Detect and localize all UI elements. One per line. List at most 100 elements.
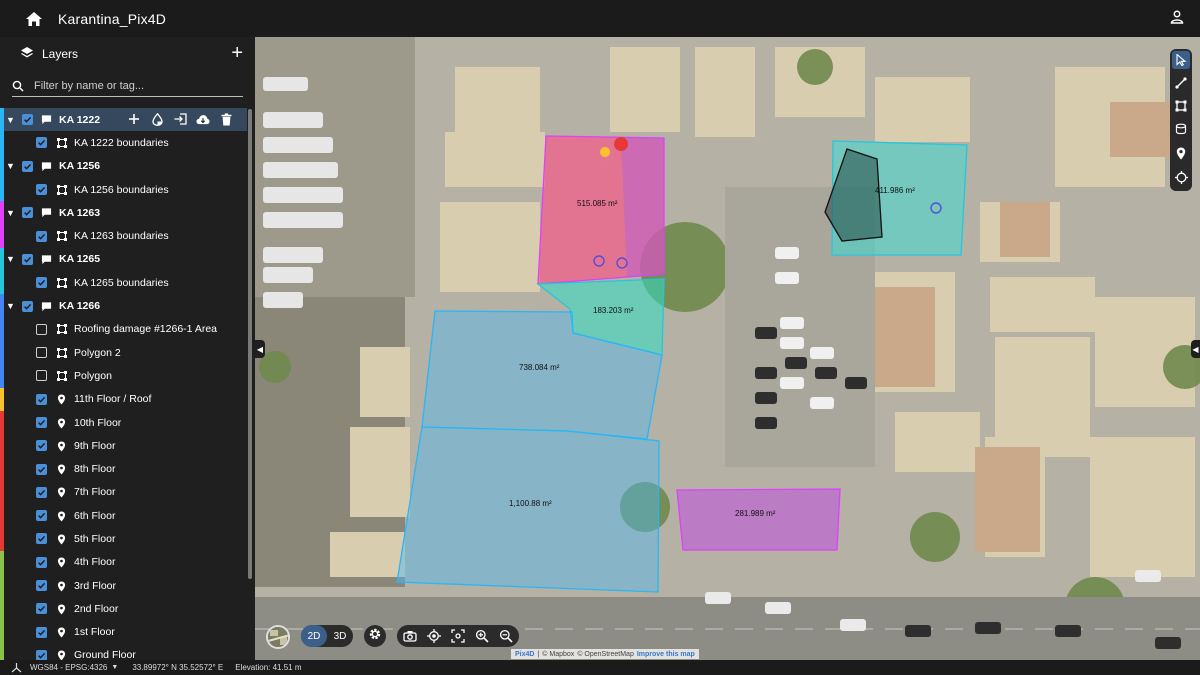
layer-checkbox[interactable] <box>22 160 33 172</box>
layer-group-row[interactable]: ▼ KA 1265 <box>0 247 247 272</box>
layer-color-bar <box>0 434 4 458</box>
layer-item-row[interactable]: 2nd Floor <box>0 597 247 621</box>
basemap-switcher[interactable] <box>266 625 290 649</box>
collapse-sidebar-button[interactable]: ◀ <box>255 340 265 358</box>
layer-checkbox[interactable] <box>36 370 47 382</box>
layer-item-row[interactable]: Ground Floor <box>0 643 247 660</box>
attribution-separator: | <box>537 650 540 658</box>
import-icon[interactable] <box>173 112 187 126</box>
camera-icon[interactable] <box>403 629 417 643</box>
location-pin-icon[interactable] <box>1172 144 1190 162</box>
layer-checkbox[interactable] <box>36 603 47 615</box>
layer-checkbox[interactable] <box>36 626 47 638</box>
layer-color-bar <box>0 480 4 505</box>
layer-item-row[interactable]: KA 1265 boundaries <box>0 271 247 295</box>
layer-checkbox[interactable] <box>22 207 33 219</box>
2d-view-button[interactable]: 2D <box>301 625 327 647</box>
layer-checkbox[interactable] <box>22 253 33 265</box>
filter-field[interactable] <box>12 75 243 97</box>
layer-checkbox[interactable] <box>36 277 47 289</box>
layer-label: 7th Floor <box>74 486 116 499</box>
add-layer-button[interactable]: + <box>231 43 243 63</box>
volume-icon[interactable] <box>1172 120 1190 138</box>
layer-item-row[interactable]: 3rd Floor <box>0 573 247 598</box>
polygon-icon <box>57 324 67 335</box>
pix4d-link[interactable]: Pix4D <box>515 651 534 658</box>
layer-checkbox[interactable] <box>36 393 47 405</box>
layer-checkbox[interactable] <box>22 114 33 126</box>
opacity-drop-icon[interactable] <box>150 112 164 126</box>
layer-checkbox[interactable] <box>36 440 47 452</box>
chevron-down-icon[interactable]: ▼ <box>6 161 18 171</box>
layer-checkbox[interactable] <box>36 230 47 242</box>
osm-link[interactable]: © OpenStreetMap <box>577 651 634 658</box>
mapbox-link[interactable]: © Mapbox <box>542 651 574 658</box>
layer-item-row[interactable]: 11th Floor / Roof <box>0 387 247 411</box>
select-cursor-icon[interactable] <box>1172 51 1190 69</box>
filter-input[interactable] <box>34 79 234 92</box>
scrollbar-thumb[interactable] <box>248 109 252 579</box>
layer-label: KA 1222 <box>59 113 101 126</box>
layer-label: KA 1266 <box>59 300 101 313</box>
layer-checkbox[interactable] <box>36 347 47 359</box>
layer-item-row[interactable]: 6th Floor <box>0 504 247 528</box>
layer-checkbox[interactable] <box>36 580 47 592</box>
layer-checkbox[interactable] <box>36 184 47 196</box>
cloud-download-icon[interactable] <box>196 112 210 126</box>
measure-polygon-icon[interactable] <box>1172 97 1190 115</box>
map-canvas[interactable] <box>255 37 1200 660</box>
layer-color-bar <box>0 643 4 660</box>
layer-item-row[interactable]: 9th Floor <box>0 434 247 458</box>
area-polygon-ka1222-lower <box>396 426 660 593</box>
layer-checkbox[interactable] <box>36 323 47 335</box>
chevron-down-icon[interactable]: ▼ <box>6 208 18 218</box>
layer-checkbox[interactable] <box>36 649 47 660</box>
layer-checkbox[interactable] <box>36 556 47 568</box>
layer-item-row[interactable]: 5th Floor <box>0 527 247 551</box>
layer-group-row[interactable]: ▼ KA 1256 <box>0 154 247 178</box>
layer-checkbox[interactable] <box>36 533 47 545</box>
layer-checkbox[interactable] <box>22 300 33 312</box>
map-view[interactable]: 515.085 m² 411.986 m² 183.203 m² 738.084… <box>255 37 1200 660</box>
settings-button[interactable] <box>364 625 386 647</box>
crs-selector[interactable]: WGS84 - EPSG:4326 <box>30 663 107 672</box>
layer-item-row[interactable]: 1st Floor <box>0 620 247 644</box>
layer-item-row[interactable]: KA 1256 boundaries <box>0 177 247 202</box>
zoom-out-icon[interactable] <box>499 629 513 643</box>
add-icon[interactable] <box>127 112 141 126</box>
layer-item-row[interactable]: 7th Floor <box>0 480 247 505</box>
zoom-in-icon[interactable] <box>475 629 489 643</box>
zoom-to-extent-icon[interactable] <box>451 629 465 643</box>
layer-checkbox[interactable] <box>36 510 47 522</box>
layers-panel: Layers + ▼ KA 1222 KA 1222 boundaries ▼ KA 1… <box>0 37 255 660</box>
layer-color-bar <box>0 504 4 528</box>
user-icon[interactable] <box>1170 10 1186 26</box>
chevron-down-icon[interactable]: ▼ <box>6 301 18 311</box>
layer-group-row[interactable]: ▼ KA 1266 <box>0 294 247 318</box>
layer-item-row[interactable]: 10th Floor <box>0 410 247 435</box>
crosshair-icon[interactable] <box>1172 168 1190 186</box>
3d-view-button[interactable]: 3D <box>327 625 353 647</box>
chevron-down-icon[interactable]: ▼ <box>6 115 18 125</box>
layer-item-row[interactable]: 4th Floor <box>0 550 247 574</box>
layer-item-row[interactable]: KA 1263 boundaries <box>0 224 247 248</box>
expand-right-panel-button[interactable]: ◀ <box>1191 340 1200 358</box>
delete-icon[interactable] <box>219 112 233 126</box>
measure-line-icon[interactable] <box>1172 74 1190 92</box>
layer-checkbox[interactable] <box>36 417 47 428</box>
layer-group-row[interactable]: ▼ KA 1263 <box>0 201 247 225</box>
layer-item-row[interactable]: Roofing damage #1266-1 Area <box>0 317 247 341</box>
chevron-down-icon[interactable]: ▼ <box>6 254 18 264</box>
layer-item-row[interactable]: Polygon <box>0 364 247 388</box>
layer-item-row[interactable]: Polygon 2 <box>0 340 247 365</box>
improve-map-link[interactable]: Improve this map <box>637 651 695 658</box>
layer-group-row[interactable]: ▼ KA 1222 <box>0 108 247 132</box>
my-location-icon[interactable] <box>427 629 441 643</box>
layer-checkbox[interactable] <box>36 463 47 475</box>
home-icon[interactable] <box>24 9 44 29</box>
chevron-down-icon[interactable]: ▼ <box>111 664 118 671</box>
layer-checkbox[interactable] <box>36 137 47 149</box>
layer-checkbox[interactable] <box>36 486 47 498</box>
layer-item-row[interactable]: 8th Floor <box>0 457 247 481</box>
layer-item-row[interactable]: KA 1222 boundaries <box>0 131 247 155</box>
